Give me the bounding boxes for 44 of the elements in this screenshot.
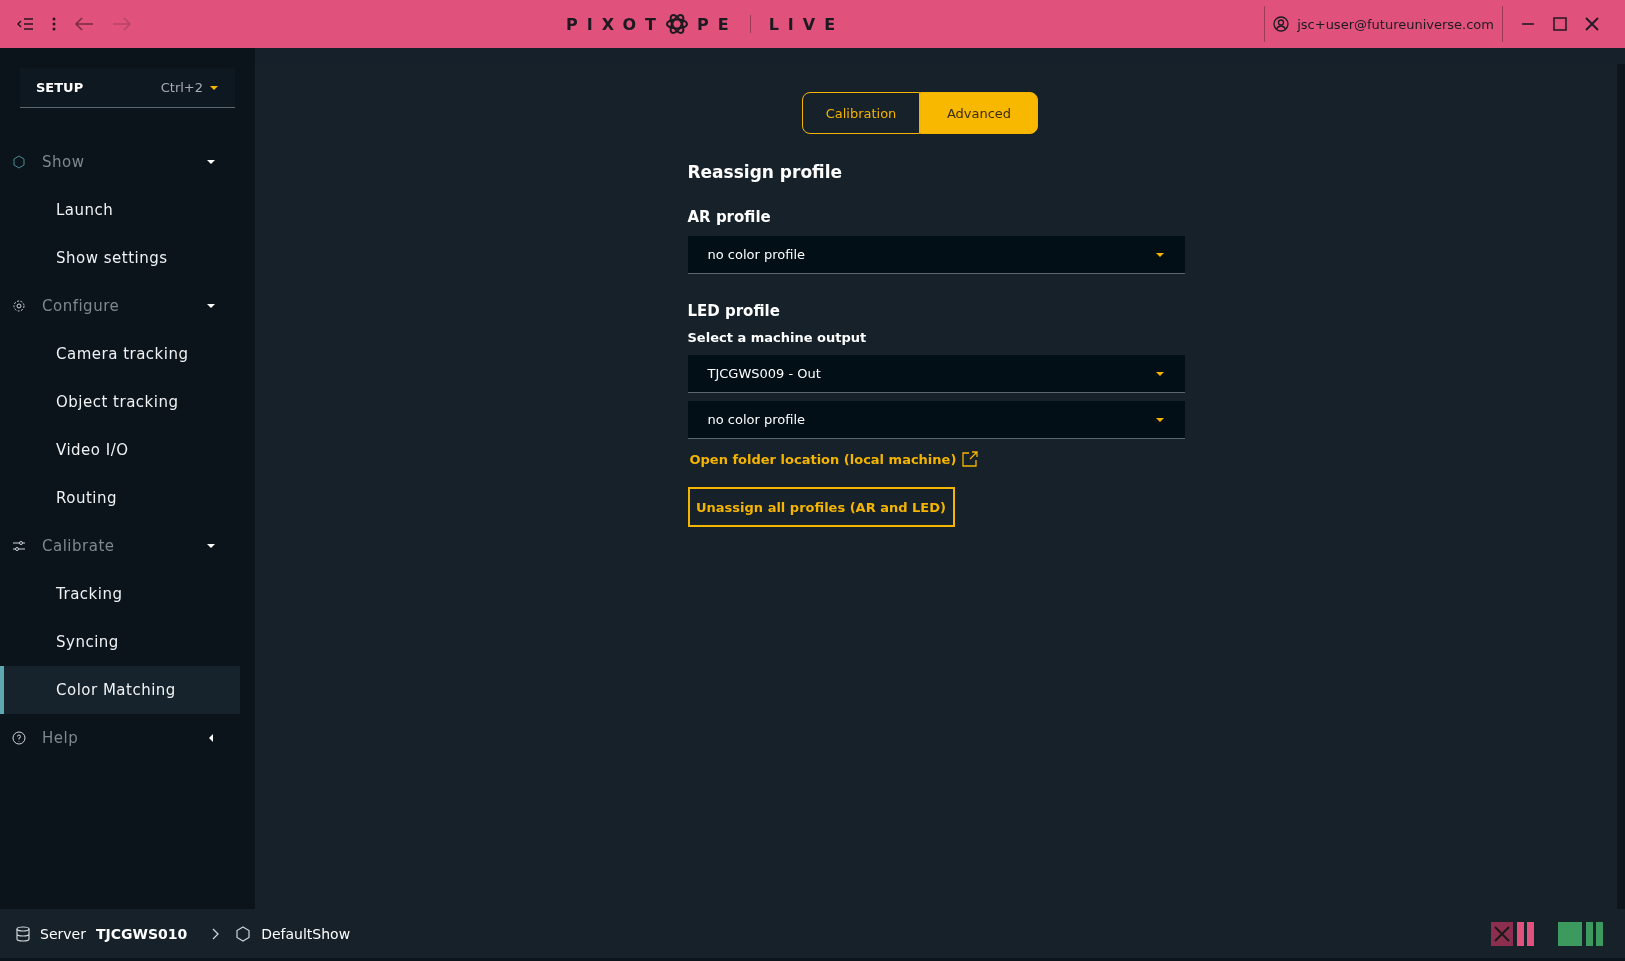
caret-icon xyxy=(206,157,216,167)
sidebar-item[interactable]: Camera tracking xyxy=(0,330,240,378)
field-sublabel: Select a machine output xyxy=(687,330,868,345)
sidebar-section[interactable]: Calibrate xyxy=(0,522,240,570)
server-label: Server xyxy=(40,925,86,942)
sidebar-section[interactable]: Configure xyxy=(0,282,240,330)
sidebar-section[interactable]: Show xyxy=(0,138,240,186)
machine-output-dropdown[interactable]: TJCGWS009 - Out xyxy=(687,355,1185,393)
caret-icon xyxy=(206,301,216,311)
atom-icon xyxy=(665,13,689,35)
logo-text: PIXOT xyxy=(566,14,665,34)
sliders-icon xyxy=(12,539,26,553)
mode-dropdown[interactable]: SETUP Ctrl+2 xyxy=(20,68,235,108)
sidebar-item[interactable]: Video I/O xyxy=(0,426,240,474)
sidebar-item[interactable]: Show settings xyxy=(0,234,240,282)
field-label: AR profile xyxy=(687,208,772,226)
sidebar-item[interactable]: Syncing xyxy=(0,618,240,666)
cube-icon xyxy=(12,155,26,169)
logo-text: PE xyxy=(697,14,738,34)
led-profile-dropdown[interactable]: no color profile xyxy=(687,401,1185,439)
product-name: LIVE xyxy=(768,14,845,34)
sidebar-item[interactable]: Tracking xyxy=(0,570,240,618)
field-label: LED profile xyxy=(687,302,781,320)
chevron-icon xyxy=(211,927,220,940)
sidebar-section[interactable]: Help xyxy=(0,714,240,762)
server-name: TJCGWS010 xyxy=(95,925,188,942)
folder-link[interactable]: Open folder location (local machine) xyxy=(687,451,979,467)
help-icon xyxy=(12,731,26,745)
settings-icon xyxy=(12,299,26,313)
sidebar-item[interactable]: Color Matching xyxy=(0,666,240,714)
section-title: Reassign profile xyxy=(687,162,844,182)
ar-profile-dropdown[interactable]: no color profile xyxy=(687,236,1185,274)
user-email: jsc+user@futureuniverse.com xyxy=(1297,16,1494,32)
show-name: DefaultShow xyxy=(261,925,351,942)
cube-icon xyxy=(235,925,252,942)
sidebar-item[interactable]: Routing xyxy=(0,474,240,522)
user-icon xyxy=(1273,16,1290,32)
sidebar-item[interactable]: Object tracking xyxy=(0,378,240,426)
external-link-icon xyxy=(962,451,979,467)
caret-icon xyxy=(206,541,216,551)
sidebar-item[interactable]: Launch xyxy=(0,186,240,234)
tab[interactable]: Advanced xyxy=(920,92,1038,134)
database-icon xyxy=(16,925,30,942)
unassign-button[interactable]: Unassign all profiles (AR and LED) xyxy=(687,487,955,527)
